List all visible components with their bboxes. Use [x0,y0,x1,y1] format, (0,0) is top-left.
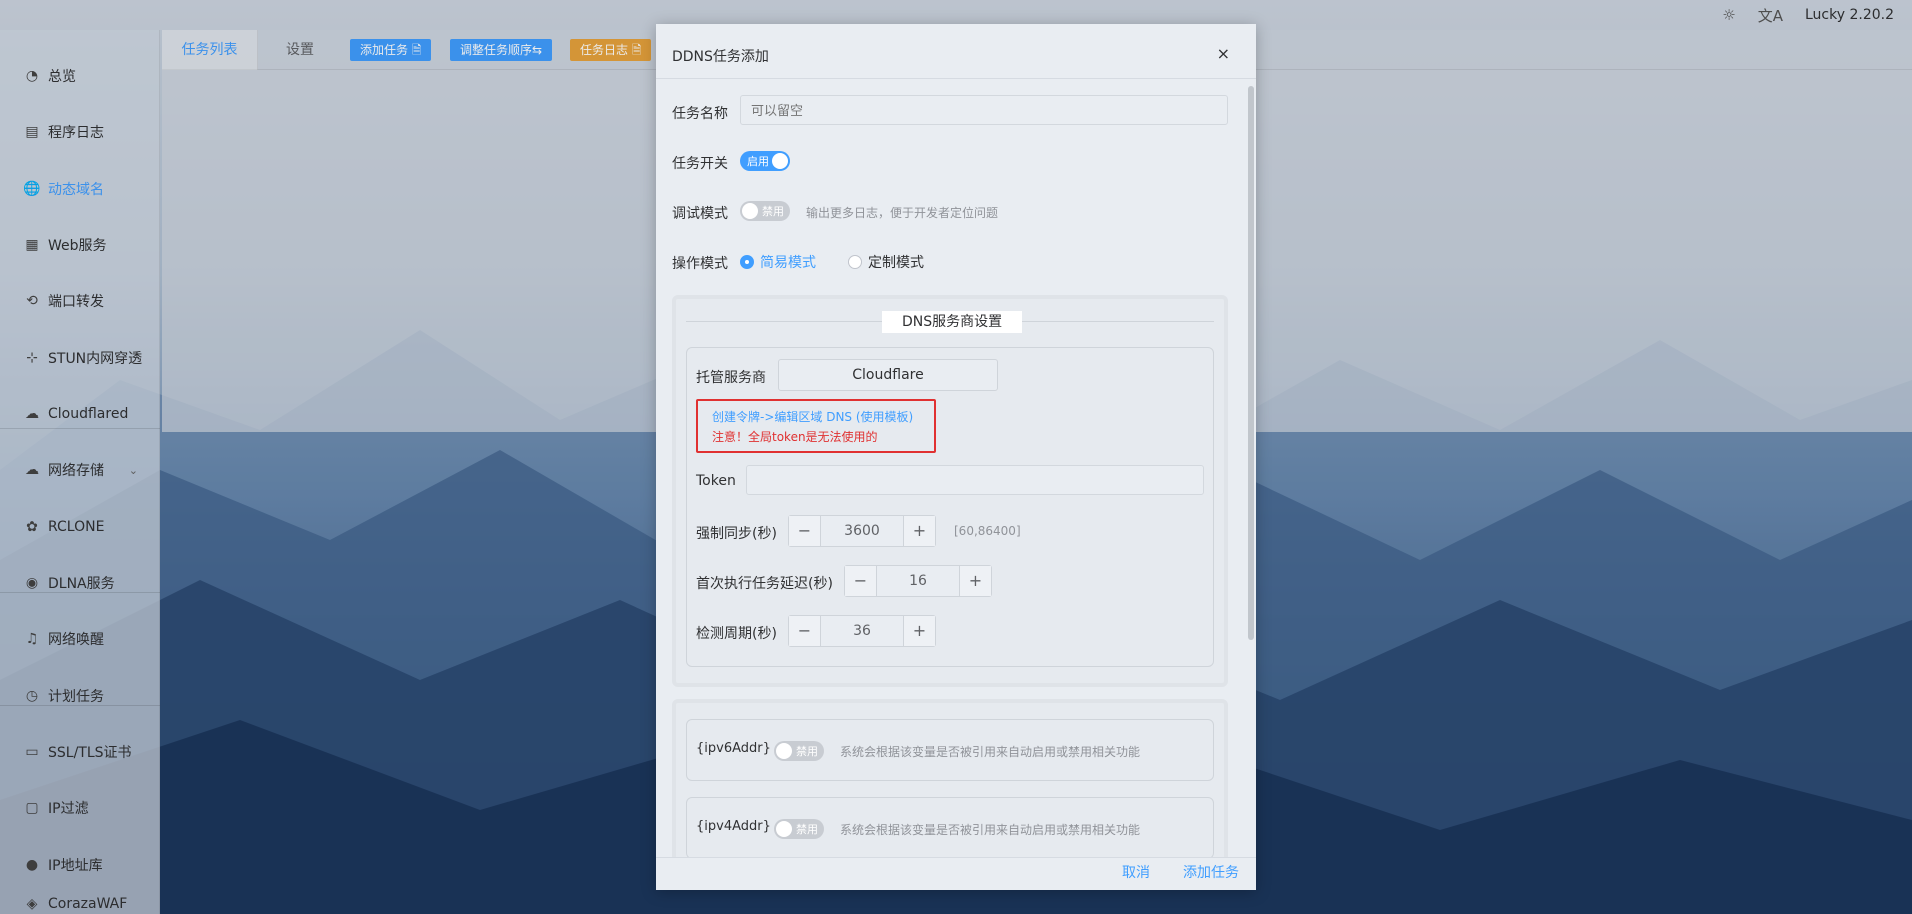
switch-text: 禁用 [796,823,818,836]
switch-knob [776,743,792,759]
plus-icon[interactable]: + [903,516,935,546]
ipv6-var-name: {ipv6Addr} [696,741,771,756]
provider-select[interactable]: Cloudflare [778,359,998,391]
switch-text: 启用 [747,155,769,168]
check-period-stepper[interactable]: − 36 + [788,615,936,647]
switch-knob [776,821,792,837]
check-period-label: 检测周期(秒) [696,626,777,642]
task-enable-switch[interactable]: 启用 [740,151,790,171]
dialog-title: DDNS任务添加 [672,49,769,65]
force-sync-label: 强制同步(秒) [696,526,777,542]
token-input[interactable] [746,465,1204,495]
ipv6-var-switch[interactable]: 禁用 [774,741,824,761]
dialog-body: 任务名称 任务开关 启用 调试模式 禁用 输出更多日志，便于开发者定位问题 操作… [656,78,1256,858]
scrollbar-thumb[interactable] [1248,86,1254,640]
minus-icon[interactable]: − [789,516,821,546]
task-name-input[interactable] [740,95,1228,125]
first-delay-stepper[interactable]: − 16 + [844,565,992,597]
stepper-value[interactable]: 36 [821,616,903,646]
minus-icon[interactable]: − [845,566,877,596]
add-task-confirm-button[interactable]: 添加任务 [1183,862,1239,882]
radio-label: 定制模式 [868,255,924,271]
dns-provider-card [686,347,1214,667]
create-token-link[interactable]: 创建令牌->编辑区域 DNS (使用模板) [712,408,913,425]
task-name-label: 任务名称 [672,106,728,122]
ipv6-var-hint: 系统会根据该变量是否被引用来自动启用或禁用相关功能 [840,745,1141,759]
dialog-scrollbar[interactable] [1248,80,1254,856]
switch-text: 禁用 [796,745,818,758]
minus-icon[interactable]: − [789,616,821,646]
debug-mode-hint: 输出更多日志，便于开发者定位问题 [806,206,999,220]
switch-text: 禁用 [762,205,784,218]
force-sync-stepper[interactable]: − 3600 + [788,515,936,547]
dns-section-title: DNS服务商设置 [882,311,1023,333]
radio-simple-mode[interactable]: 简易模式 [740,252,816,272]
ddns-add-dialog: DDNS任务添加 × 任务名称 任务开关 启用 调试模式 禁用 输出更多日志，便… [656,24,1256,890]
switch-knob [772,153,788,169]
operation-mode-label: 操作模式 [672,256,728,272]
radio-custom-mode[interactable]: 定制模式 [848,252,924,272]
radio-dot [740,255,754,269]
ipv4-var-hint: 系统会根据该变量是否被引用来自动启用或禁用相关功能 [840,823,1141,837]
first-delay-label: 首次执行任务延迟(秒) [696,576,833,592]
stepper-value[interactable]: 3600 [821,516,903,546]
close-icon[interactable]: × [1217,44,1230,63]
cancel-button[interactable]: 取消 [1122,862,1150,882]
global-token-warning: 注意！全局token是无法使用的 [712,430,878,444]
token-label: Token [696,473,736,489]
ipv4-var-name: {ipv4Addr} [696,819,771,834]
plus-icon[interactable]: + [959,566,991,596]
switch-knob [742,203,758,219]
radio-label: 简易模式 [760,255,816,271]
provider-label: 托管服务商 [696,370,766,386]
debug-mode-switch[interactable]: 禁用 [740,201,790,221]
ipv4-var-switch[interactable]: 禁用 [774,819,824,839]
radio-dot [848,255,862,269]
debug-mode-label: 调试模式 [672,206,728,222]
dialog-footer: 取消 添加任务 [656,858,1256,890]
task-switch-label: 任务开关 [672,156,728,172]
plus-icon[interactable]: + [903,616,935,646]
stepper-value[interactable]: 16 [877,566,959,596]
force-sync-range: [60,86400] [954,524,1021,538]
